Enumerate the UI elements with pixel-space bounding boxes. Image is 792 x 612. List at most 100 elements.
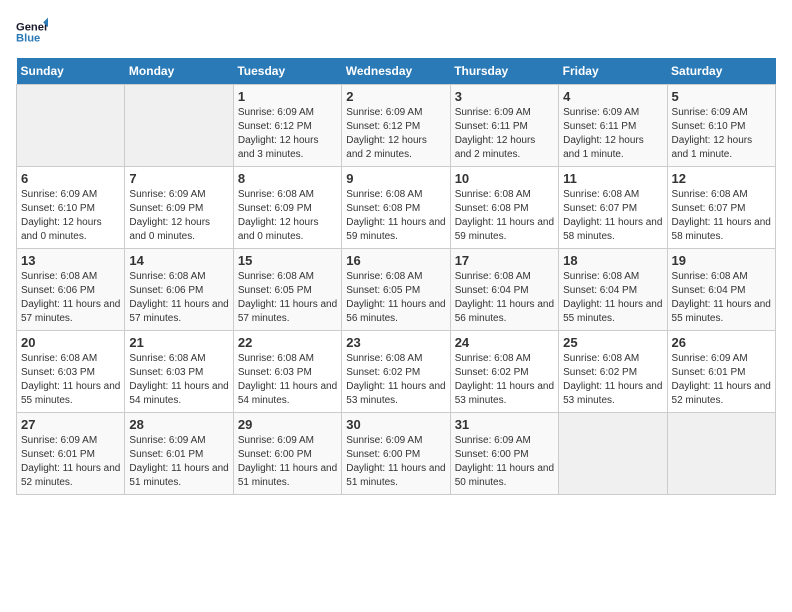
day-detail: Sunrise: 6:08 AMSunset: 6:04 PMDaylight:… — [563, 270, 662, 326]
day-detail: Sunrise: 6:09 AMSunset: 6:00 PMDaylight:… — [238, 434, 337, 490]
calendar-cell: 4 Sunrise: 6:09 AMSunset: 6:11 PMDaylight… — [559, 85, 667, 167]
dow-friday: Friday — [559, 58, 667, 85]
day-number: 16 — [346, 253, 445, 268]
day-detail: Sunrise: 6:09 AMSunset: 6:09 PMDaylight:… — [129, 188, 228, 244]
calendar-cell: 19 Sunrise: 6:08 AMSunset: 6:04 PMDayligh… — [667, 249, 775, 331]
day-number: 25 — [563, 335, 662, 350]
day-detail: Sunrise: 6:08 AMSunset: 6:03 PMDaylight:… — [21, 352, 120, 408]
day-detail: Sunrise: 6:08 AMSunset: 6:07 PMDaylight:… — [563, 188, 662, 244]
day-number: 1 — [238, 89, 337, 104]
day-number: 17 — [455, 253, 554, 268]
calendar-cell: 7Sunrise: 6:09 AMSunset: 6:09 PMDaylight… — [125, 167, 233, 249]
calendar-cell: 28 Sunrise: 6:09 AMSunset: 6:01 PMDayligh… — [125, 413, 233, 495]
day-detail: Sunrise: 6:08 AMSunset: 6:03 PMDaylight:… — [238, 352, 337, 408]
dow-monday: Monday — [125, 58, 233, 85]
calendar-cell: 24Sunrise: 6:08 AMSunset: 6:02 PMDayligh… — [450, 331, 558, 413]
dow-thursday: Thursday — [450, 58, 558, 85]
calendar-cell: 14 Sunrise: 6:08 AMSunset: 6:06 PMDayligh… — [125, 249, 233, 331]
day-number: 15 — [238, 253, 337, 268]
day-number: 4 — [563, 89, 662, 104]
day-detail: Sunrise: 6:09 AMSunset: 6:01 PMDaylight:… — [21, 434, 120, 490]
dow-sunday: Sunday — [17, 58, 125, 85]
week-row-4: 20 Sunrise: 6:08 AMSunset: 6:03 PMDayligh… — [17, 331, 776, 413]
page-header: General Blue — [16, 16, 776, 48]
day-detail: Sunrise: 6:08 AMSunset: 6:08 PMDaylight:… — [455, 188, 554, 244]
day-number: 13 — [21, 253, 120, 268]
svg-text:General: General — [16, 21, 48, 33]
day-number: 5 — [672, 89, 771, 104]
day-number: 29 — [238, 417, 337, 432]
day-detail: Sunrise: 6:09 AMSunset: 6:10 PMDaylight:… — [21, 188, 120, 244]
day-detail: Sunrise: 6:08 AMSunset: 6:02 PMDaylight:… — [455, 352, 554, 408]
calendar-cell: 26Sunrise: 6:09 AMSunset: 6:01 PMDayligh… — [667, 331, 775, 413]
day-detail: Sunrise: 6:09 AMSunset: 6:10 PMDaylight:… — [672, 106, 771, 162]
calendar-body: 1 Sunrise: 6:09 AMSunset: 6:12 PMDaylight… — [17, 85, 776, 495]
day-detail: Sunrise: 6:09 AMSunset: 6:01 PMDaylight:… — [129, 434, 228, 490]
calendar-cell — [125, 85, 233, 167]
day-number: 2 — [346, 89, 445, 104]
day-detail: Sunrise: 6:08 AMSunset: 6:04 PMDaylight:… — [672, 270, 771, 326]
day-detail: Sunrise: 6:08 AMSunset: 6:05 PMDaylight:… — [238, 270, 337, 326]
day-detail: Sunrise: 6:09 AMSunset: 6:12 PMDaylight:… — [346, 106, 445, 162]
calendar-table: SundayMondayTuesdayWednesdayThursdayFrid… — [16, 58, 776, 495]
week-row-5: 27 Sunrise: 6:09 AMSunset: 6:01 PMDayligh… — [17, 413, 776, 495]
day-number: 19 — [672, 253, 771, 268]
dow-saturday: Saturday — [667, 58, 775, 85]
day-number: 31 — [455, 417, 554, 432]
day-detail: Sunrise: 6:09 AMSunset: 6:11 PMDaylight:… — [455, 106, 554, 162]
days-of-week-row: SundayMondayTuesdayWednesdayThursdayFrid… — [17, 58, 776, 85]
day-number: 30 — [346, 417, 445, 432]
day-number: 21 — [129, 335, 228, 350]
calendar-cell: 2 Sunrise: 6:09 AMSunset: 6:12 PMDaylight… — [342, 85, 450, 167]
calendar-cell: 18 Sunrise: 6:08 AMSunset: 6:04 PMDayligh… — [559, 249, 667, 331]
calendar-cell: 22 Sunrise: 6:08 AMSunset: 6:03 PMDayligh… — [233, 331, 341, 413]
calendar-cell: 5 Sunrise: 6:09 AMSunset: 6:10 PMDaylight… — [667, 85, 775, 167]
day-detail: Sunrise: 6:09 AMSunset: 6:12 PMDaylight:… — [238, 106, 337, 162]
day-number: 3 — [455, 89, 554, 104]
calendar-cell: 11 Sunrise: 6:08 AMSunset: 6:07 PMDayligh… — [559, 167, 667, 249]
day-number: 12 — [672, 171, 771, 186]
calendar-cell — [17, 85, 125, 167]
day-number: 18 — [563, 253, 662, 268]
day-detail: Sunrise: 6:09 AMSunset: 6:11 PMDaylight:… — [563, 106, 662, 162]
calendar-cell: 20 Sunrise: 6:08 AMSunset: 6:03 PMDayligh… — [17, 331, 125, 413]
dow-wednesday: Wednesday — [342, 58, 450, 85]
day-number: 20 — [21, 335, 120, 350]
day-detail: Sunrise: 6:08 AMSunset: 6:02 PMDaylight:… — [346, 352, 445, 408]
logo: General Blue — [16, 16, 48, 48]
calendar-cell — [667, 413, 775, 495]
calendar-cell: 13 Sunrise: 6:08 AMSunset: 6:06 PMDayligh… — [17, 249, 125, 331]
day-number: 27 — [21, 417, 120, 432]
day-detail: Sunrise: 6:08 AMSunset: 6:06 PMDaylight:… — [129, 270, 228, 326]
day-number: 28 — [129, 417, 228, 432]
calendar-cell: 17 Sunrise: 6:08 AMSunset: 6:04 PMDayligh… — [450, 249, 558, 331]
day-number: 14 — [129, 253, 228, 268]
calendar-cell: 8Sunrise: 6:08 AMSunset: 6:09 PMDaylight… — [233, 167, 341, 249]
day-detail: Sunrise: 6:08 AMSunset: 6:06 PMDaylight:… — [21, 270, 120, 326]
calendar-cell: 3 Sunrise: 6:09 AMSunset: 6:11 PMDaylight… — [450, 85, 558, 167]
calendar-cell: 10Sunrise: 6:08 AMSunset: 6:08 PMDayligh… — [450, 167, 558, 249]
day-detail: Sunrise: 6:09 AMSunset: 6:00 PMDaylight:… — [346, 434, 445, 490]
week-row-2: 6 Sunrise: 6:09 AMSunset: 6:10 PMDaylight… — [17, 167, 776, 249]
day-detail: Sunrise: 6:08 AMSunset: 6:04 PMDaylight:… — [455, 270, 554, 326]
dow-tuesday: Tuesday — [233, 58, 341, 85]
calendar-cell: 9Sunrise: 6:08 AMSunset: 6:08 PMDaylight… — [342, 167, 450, 249]
day-number: 11 — [563, 171, 662, 186]
calendar-cell: 23 Sunrise: 6:08 AMSunset: 6:02 PMDayligh… — [342, 331, 450, 413]
day-number: 6 — [21, 171, 120, 186]
calendar-cell: 1 Sunrise: 6:09 AMSunset: 6:12 PMDaylight… — [233, 85, 341, 167]
day-detail: Sunrise: 6:08 AMSunset: 6:03 PMDaylight:… — [129, 352, 228, 408]
day-detail: Sunrise: 6:08 AMSunset: 6:08 PMDaylight:… — [346, 188, 445, 244]
calendar-cell: 31 Sunrise: 6:09 AMSunset: 6:00 PMDayligh… — [450, 413, 558, 495]
svg-text:Blue: Blue — [16, 33, 40, 45]
day-number: 22 — [238, 335, 337, 350]
calendar-cell: 25Sunrise: 6:08 AMSunset: 6:02 PMDayligh… — [559, 331, 667, 413]
day-detail: Sunrise: 6:09 AMSunset: 6:01 PMDaylight:… — [672, 352, 771, 408]
day-detail: Sunrise: 6:08 AMSunset: 6:05 PMDaylight:… — [346, 270, 445, 326]
day-number: 23 — [346, 335, 445, 350]
calendar-cell: 30 Sunrise: 6:09 AMSunset: 6:00 PMDayligh… — [342, 413, 450, 495]
calendar-cell — [559, 413, 667, 495]
day-detail: Sunrise: 6:09 AMSunset: 6:00 PMDaylight:… — [455, 434, 554, 490]
calendar-cell: 27 Sunrise: 6:09 AMSunset: 6:01 PMDayligh… — [17, 413, 125, 495]
day-detail: Sunrise: 6:08 AMSunset: 6:09 PMDaylight:… — [238, 188, 337, 244]
